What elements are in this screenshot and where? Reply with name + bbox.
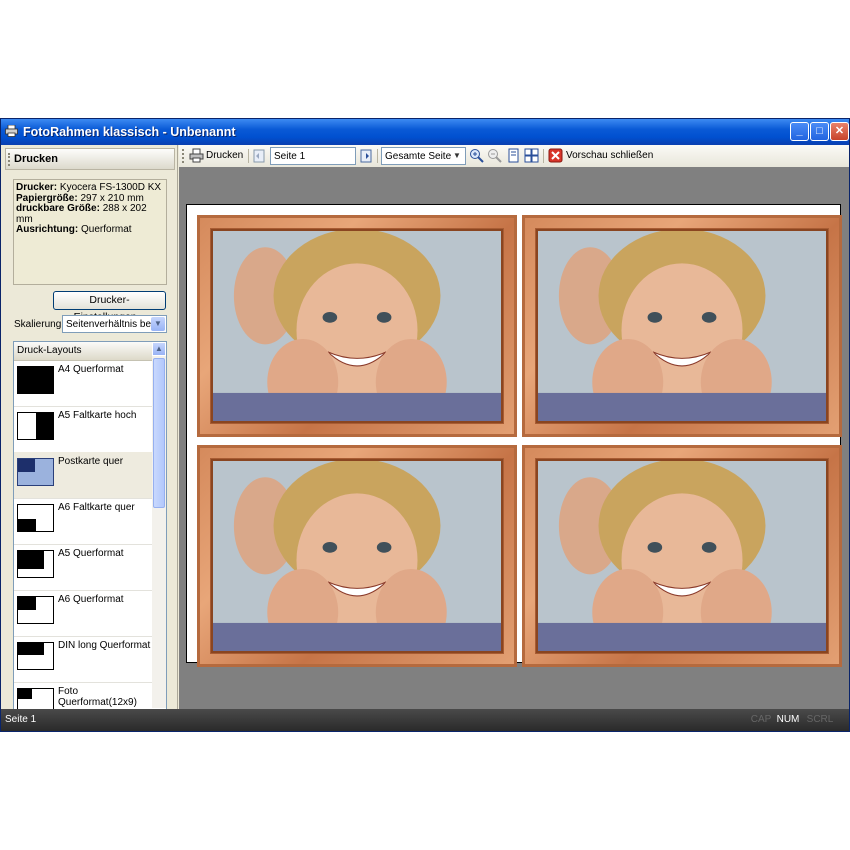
layout-label: A5 Faltkarte hoch	[58, 410, 137, 421]
printer-settings-button[interactable]: Drucker-Einstellungen...	[53, 291, 166, 323]
close-icon: ✕	[834, 125, 845, 137]
status-cap: CAP	[750, 714, 772, 725]
layout-item-din-long-querformat[interactable]: DIN long Querformat	[14, 636, 152, 683]
toolbar-divider	[248, 149, 249, 163]
scaling-label: Skalierung:	[14, 319, 65, 330]
page-field[interactable]: Seite 1	[270, 147, 356, 165]
print-panel: Drucken Drucker: Kyocera FS-1300D KX Pap…	[1, 145, 178, 723]
chevron-down-icon[interactable]: ▼	[450, 149, 464, 163]
minimize-button[interactable]: _	[790, 122, 809, 141]
layout-thumbnail	[17, 458, 54, 486]
layout-thumbnail	[17, 412, 54, 440]
print-icon[interactable]	[189, 148, 204, 163]
minimize-icon: _	[796, 125, 803, 137]
zoom-value: Gesamte Seite	[385, 151, 452, 162]
layout-item-postkarte-quer[interactable]: Postkarte quer	[14, 452, 152, 499]
layout-thumbnail	[17, 504, 54, 532]
title-bar: FotoRahmen klassisch - Unbenannt _ □ ✕	[1, 119, 849, 145]
printer-info-box: Drucker: Kyocera FS-1300D KX Papiergröße…	[13, 179, 167, 285]
app-window: FotoRahmen klassisch - Unbenannt _ □ ✕ D…	[0, 118, 850, 732]
grip-icon	[8, 153, 12, 166]
toolbar-divider	[377, 149, 378, 163]
layout-label: Foto Querformat(12x9)	[58, 686, 137, 708]
close-preview-button[interactable]: Vorschau schließen	[566, 148, 653, 164]
layout-list: Druck-Layouts A4 Querformat A5 Faltkarte…	[13, 341, 167, 723]
photo-image	[211, 229, 503, 423]
layout-label: Postkarte quer	[58, 456, 124, 467]
layout-item-a4-querformat[interactable]: A4 Querformat	[14, 360, 152, 407]
layout-thumbnail	[17, 642, 54, 670]
status-scrl: SCRL	[806, 714, 834, 725]
layout-thumbnail	[17, 366, 54, 394]
print-preview-area	[179, 167, 849, 709]
maximize-button[interactable]: □	[810, 122, 829, 141]
status-page: Seite 1	[5, 714, 37, 725]
layout-item-a5-faltkarte-hoch[interactable]: A5 Faltkarte hoch	[14, 406, 152, 453]
preview-page	[186, 204, 842, 667]
photo-frame	[197, 445, 517, 667]
photo-image	[211, 459, 503, 653]
scrollbar-thumb[interactable]	[153, 358, 165, 508]
grip-icon	[182, 149, 186, 163]
layout-label: A6 Faltkarte quer	[58, 502, 135, 513]
photo-frame	[522, 215, 842, 437]
chevron-down-icon[interactable]: ▼	[151, 317, 165, 331]
previous-page-icon[interactable]	[252, 148, 267, 163]
single-page-icon[interactable]	[506, 148, 521, 163]
layout-list-header: Druck-Layouts	[14, 342, 152, 361]
page-value: Seite 1	[274, 151, 306, 162]
print-panel-header: Drucken	[5, 148, 175, 170]
info-orientation: Ausrichtung: Querformat	[16, 224, 132, 235]
printer-app-icon	[5, 125, 18, 137]
layout-thumbnail	[17, 550, 54, 578]
preview-toolbar: Drucken Seite 1 Gesamte Seite ▼ Vorschau…	[179, 145, 849, 168]
next-page-icon[interactable]	[359, 148, 374, 163]
layout-item-a5-querformat[interactable]: A5 Querformat	[14, 544, 152, 591]
layout-label: DIN long Querformat	[58, 640, 151, 651]
close-button[interactable]: ✕	[830, 122, 849, 141]
layout-label: A6 Querformat	[58, 594, 124, 605]
window-title: FotoRahmen klassisch - Unbenannt	[23, 125, 236, 139]
zoom-in-icon[interactable]	[469, 148, 484, 163]
maximize-icon: □	[816, 125, 823, 137]
photo-image	[536, 229, 828, 423]
print-panel-title: Drucken	[14, 153, 59, 165]
zoom-select[interactable]: Gesamte Seite ▼	[381, 147, 466, 165]
layout-list-title: Druck-Layouts	[17, 345, 82, 356]
layout-item-a6-querformat[interactable]: A6 Querformat	[14, 590, 152, 637]
scaling-value: Seitenverhältnis beibehalten	[66, 319, 152, 330]
status-num: NUM	[776, 714, 800, 725]
toolbar-divider	[543, 149, 544, 163]
close-preview-icon[interactable]	[548, 148, 563, 163]
multi-page-icon[interactable]	[524, 148, 539, 163]
photo-frame	[522, 445, 842, 667]
layout-label: A4 Querformat	[58, 364, 124, 375]
photo-frame	[197, 215, 517, 437]
layout-label: A5 Querformat	[58, 548, 124, 559]
scaling-select[interactable]: Seitenverhältnis beibehalten ▼	[62, 315, 167, 333]
status-bar: Seite 1 CAP NUM SCRL	[1, 709, 849, 731]
scroll-up-icon[interactable]: ▲	[152, 342, 166, 356]
info-printable-size: druckbare Größe: 288 x 202 mm	[16, 203, 147, 225]
layout-list-scrollbar[interactable]: ▲ ▼	[152, 342, 166, 722]
zoom-out-icon[interactable]	[487, 148, 502, 163]
photo-image	[536, 459, 828, 653]
print-button[interactable]: Drucken	[206, 148, 243, 164]
layout-item-a6-faltkarte-quer[interactable]: A6 Faltkarte quer	[14, 498, 152, 545]
layout-thumbnail	[17, 596, 54, 624]
